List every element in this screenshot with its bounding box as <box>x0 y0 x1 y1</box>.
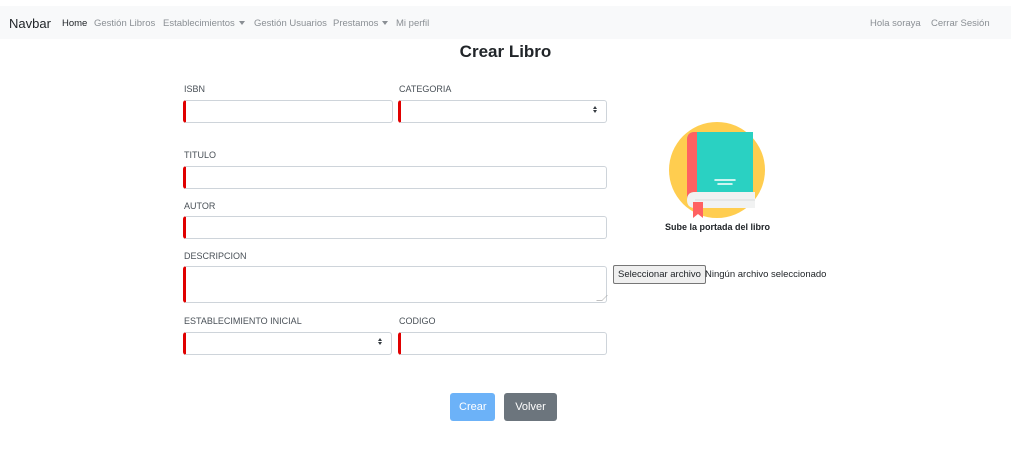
isbn-input[interactable] <box>183 100 393 123</box>
navbar: Navbar Home Gestión Libros Establecimien… <box>0 6 1011 39</box>
autor-input[interactable] <box>183 216 607 239</box>
categoria-select[interactable] <box>398 100 607 123</box>
book-cover-icon[interactable] <box>665 120 769 222</box>
create-button[interactable]: Crear <box>450 393 495 421</box>
nav-logout[interactable]: Cerrar Sesión <box>931 18 990 29</box>
back-button[interactable]: Volver <box>504 393 557 421</box>
titulo-label: TITULO <box>184 150 217 160</box>
establecimiento-select[interactable] <box>183 332 392 355</box>
file-status-text: Ningún archivo seleccionado <box>705 269 827 280</box>
nav-establecimientos-label: Establecimientos <box>163 18 235 29</box>
page-title: Crear Libro <box>459 42 552 61</box>
cover-caption: Sube la portada del libro <box>664 222 771 232</box>
isbn-label: ISBN <box>184 84 206 94</box>
nav-home[interactable]: Home <box>62 18 87 29</box>
titulo-input[interactable] <box>183 166 607 189</box>
select-arrows-icon <box>378 338 383 345</box>
nav-prestamos-label: Prestamos <box>333 18 379 29</box>
file-select-button[interactable]: Seleccionar archivo <box>613 265 706 284</box>
nav-gestion-usuarios[interactable]: Gestión Usuarios <box>254 18 327 29</box>
nav-gestion-libros[interactable]: Gestión Libros <box>94 18 155 29</box>
categoria-label: CATEGORIA <box>399 84 452 94</box>
nav-mi-perfil[interactable]: Mi perfil <box>396 18 429 29</box>
codigo-label: CODIGO <box>399 316 436 326</box>
codigo-input[interactable] <box>398 332 607 355</box>
descripcion-textarea[interactable] <box>183 266 607 303</box>
chevron-down-icon <box>382 21 389 26</box>
nav-establecimientos[interactable]: Establecimientos <box>163 18 245 29</box>
bookmark-ribbon <box>693 202 703 218</box>
autor-label: AUTOR <box>184 201 216 211</box>
descripcion-wrapper <box>183 266 608 303</box>
descripcion-label: DESCRIPCION <box>184 251 247 261</box>
chevron-down-icon <box>238 21 245 26</box>
nav-prestamos[interactable]: Prestamos <box>333 18 389 29</box>
nav-greeting: Hola soraya <box>870 18 921 29</box>
establecimiento-label: ESTABLECIMIENTO INICIAL <box>184 316 302 326</box>
book-spine <box>687 132 697 200</box>
select-arrows-icon <box>593 106 598 113</box>
navbar-brand[interactable]: Navbar <box>9 16 51 31</box>
